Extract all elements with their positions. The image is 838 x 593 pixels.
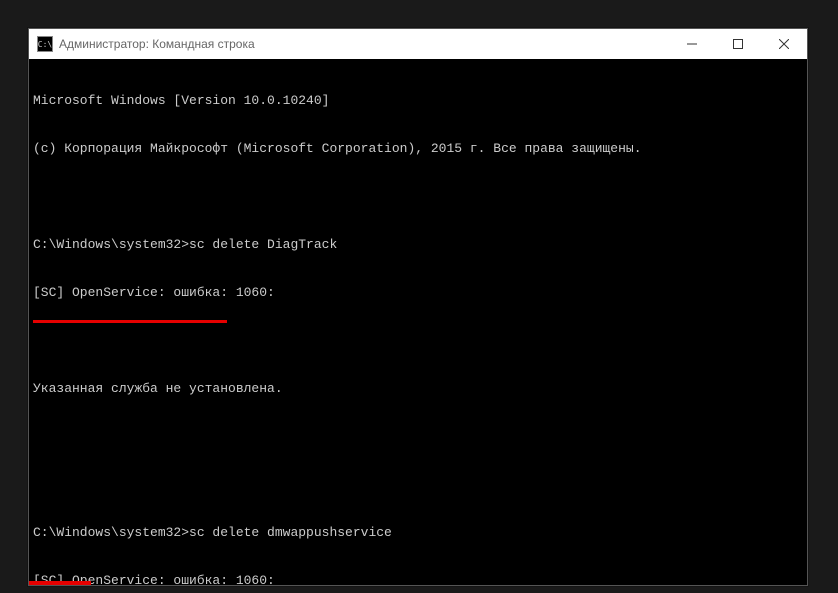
console-line	[33, 189, 803, 205]
window-controls	[669, 29, 807, 59]
console-output[interactable]: Microsoft Windows [Version 10.0.10240] (…	[29, 59, 807, 585]
console-line: C:\Windows\system32>sc delete dmwappushs…	[33, 525, 803, 541]
command-prompt-window: C:\ Администратор: Командная строка Micr…	[28, 28, 808, 586]
console-line: [SC] OpenService: ошибка: 1060:	[33, 285, 803, 301]
window-title: Администратор: Командная строка	[59, 37, 255, 51]
close-button[interactable]	[761, 29, 807, 59]
highlight-underline	[33, 320, 227, 323]
maximize-button[interactable]	[715, 29, 761, 59]
minimize-button[interactable]	[669, 29, 715, 59]
console-line	[33, 477, 803, 493]
console-line: [SC] OpenService: ошибка: 1060:	[33, 573, 803, 585]
console-line	[33, 333, 803, 349]
console-line: Указанная служба не установлена.	[33, 381, 803, 397]
cmd-icon: C:\	[37, 36, 53, 52]
console-line	[33, 429, 803, 445]
console-line: (c) Корпорация Майкрософт (Microsoft Cor…	[33, 141, 803, 157]
highlight-bottom	[29, 581, 91, 585]
console-line: C:\Windows\system32>sc delete DiagTrack	[33, 237, 803, 253]
titlebar[interactable]: C:\ Администратор: Командная строка	[29, 29, 807, 59]
console-line: Microsoft Windows [Version 10.0.10240]	[33, 93, 803, 109]
